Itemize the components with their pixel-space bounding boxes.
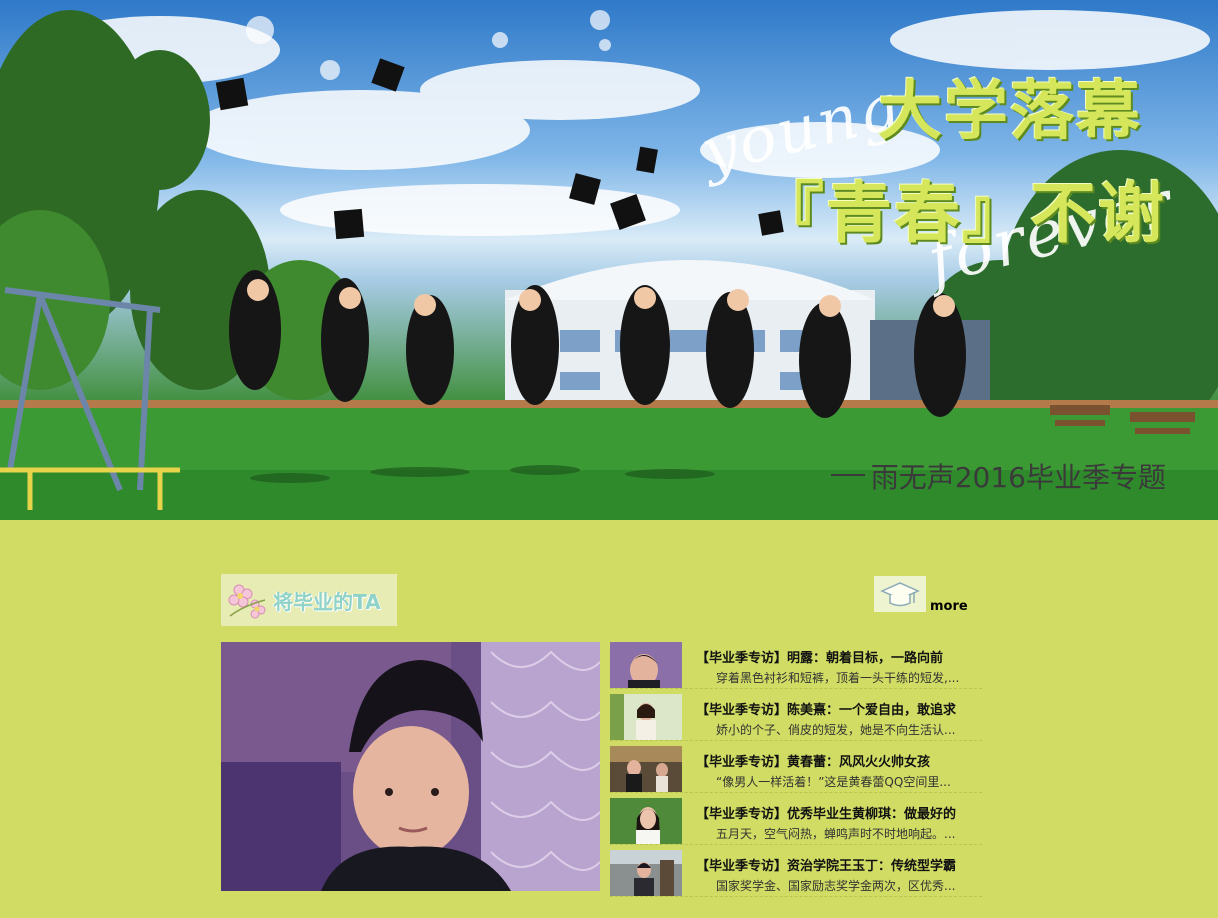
article-list: 【毕业季专访】明露：朝着目标，一路向前 穿着黑色衬衫和短裤，顶着一头干练的短发,… (610, 642, 982, 902)
article-title[interactable]: 【毕业季专访】黄春蕾：风风火火帅女孩 (696, 754, 982, 772)
more-link-group[interactable]: more (874, 576, 968, 614)
article-thumbnail[interactable] (610, 746, 682, 792)
article-thumbnail[interactable] (610, 694, 682, 740)
flower-icon (221, 574, 273, 626)
article-thumbnail[interactable] (610, 850, 682, 896)
list-item[interactable]: 【毕业季专访】资治学院王玉丁：传统型学霸 国家奖学金、国家励志奖学金两次，区优秀… (610, 850, 982, 897)
list-item[interactable]: 【毕业季专访】优秀毕业生黄柳琪：做最好的 五月天，空气闷热，蝉鸣声时不时地响起。… (610, 798, 982, 845)
section-header: 将毕业的TA (221, 574, 397, 626)
article-summary: 娇小的个子、俏皮的短发，她是不向生活认... (716, 723, 956, 737)
article-title[interactable]: 【毕业季专访】资治学院王玉丁：传统型学霸 (696, 858, 982, 876)
list-item[interactable]: 【毕业季专访】黄春蕾：风风火火帅女孩 “像男人一样活着！”这是黄春蕾QQ空间里.… (610, 746, 982, 793)
banner: young forever 大学落幕 『青春』不谢 雨无声2016毕业季专题 (0, 0, 1218, 520)
article-title[interactable]: 【毕业季专访】优秀毕业生黄柳琪：做最好的 (696, 806, 982, 824)
banner-title-line1: 大学落幕 (878, 75, 1142, 149)
article-summary: 穿着黑色衬衫和短裤，顶着一头干练的短发,... (716, 671, 960, 685)
section-title: 将毕业的TA (273, 589, 381, 614)
featured-photo[interactable] (221, 642, 600, 891)
list-item[interactable]: 【毕业季专访】明露：朝着目标，一路向前 穿着黑色衬衫和短裤，顶着一头干练的短发,… (610, 642, 982, 689)
article-title[interactable]: 【毕业季专访】明露：朝着目标，一路向前 (696, 650, 982, 668)
banner-subtitle: 雨无声2016毕业季专题 (830, 456, 1166, 496)
page: young forever 大学落幕 『青春』不谢 雨无声2016毕业季专题 将… (0, 0, 1218, 918)
more-link[interactable]: more (930, 599, 968, 614)
banner-title-line2: 『青春』不谢 (758, 175, 1166, 252)
article-summary: 国家奖学金、国家励志奖学金两次，区优秀... (716, 879, 956, 893)
article-thumbnail[interactable] (610, 642, 682, 688)
article-title[interactable]: 【毕业季专访】陈美熹：一个爱自由，敢追求 (696, 702, 982, 720)
article-thumbnail[interactable] (610, 798, 682, 844)
article-summary: “像男人一样活着！”这是黄春蕾QQ空间里... (716, 775, 951, 789)
article-summary: 五月天，空气闷热，蝉鸣声时不时地响起。... (716, 827, 956, 841)
list-item[interactable]: 【毕业季专访】陈美熹：一个爱自由，敢追求 娇小的个子、俏皮的短发，她是不向生活认… (610, 694, 982, 741)
graduation-cap-icon (874, 576, 926, 612)
